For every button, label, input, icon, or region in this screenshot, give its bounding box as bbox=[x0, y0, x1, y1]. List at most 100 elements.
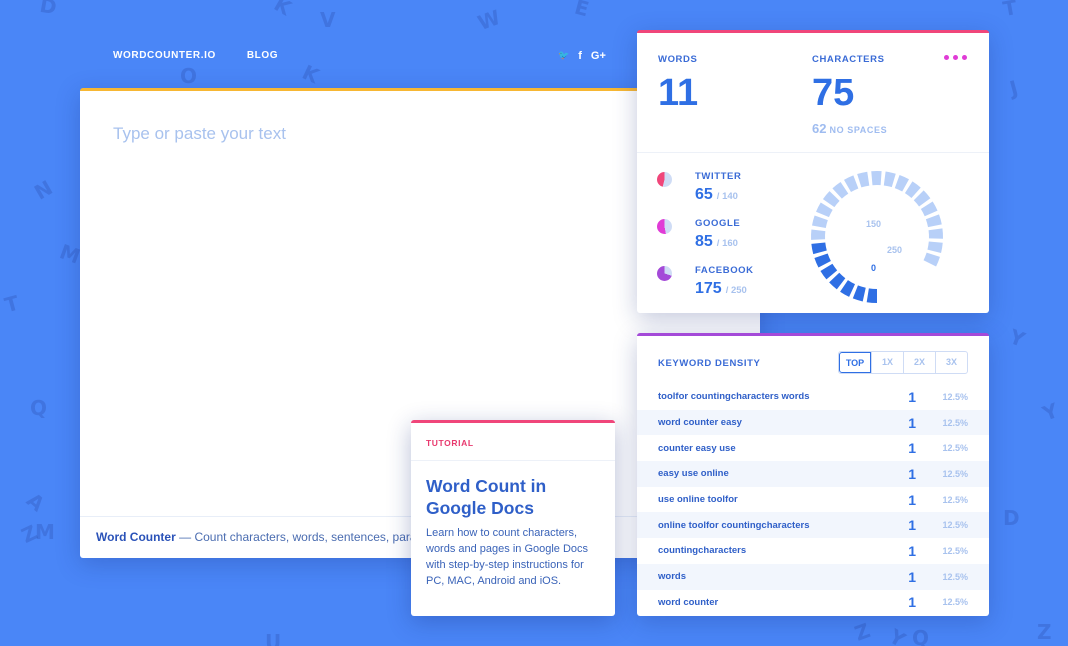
keyword-row: toolfor countingcharacters words 1 12.5% bbox=[637, 384, 989, 410]
background-letter: A bbox=[22, 487, 50, 517]
background-letter: Q bbox=[30, 396, 48, 420]
facebook-icon[interactable]: f bbox=[578, 50, 582, 62]
characters-stat: CHARACTERS 75 62 NO SPACES bbox=[812, 54, 887, 136]
gauge-segment bbox=[925, 214, 942, 228]
gauge-segment bbox=[844, 175, 859, 192]
keyword-text: use online toolfor bbox=[658, 494, 738, 506]
keyword-text: easy use online bbox=[658, 468, 729, 480]
background-letter: Y bbox=[1039, 398, 1062, 426]
gauge-tick-label: 250 bbox=[887, 245, 902, 255]
social-count: 65/ 140 bbox=[695, 186, 754, 204]
stats-card: WORDS 11 CHARACTERS 75 62 NO SPACES TWITT… bbox=[637, 30, 989, 313]
gauge-segment bbox=[866, 288, 877, 303]
keyword-text: countingcharacters bbox=[658, 545, 747, 557]
social-count: 175/ 250 bbox=[695, 280, 754, 298]
keyword-percent: 12.5% bbox=[942, 520, 968, 531]
keyword-count: 1 bbox=[908, 594, 916, 611]
gauge-segment bbox=[904, 181, 921, 199]
background-letter: D bbox=[1003, 506, 1020, 530]
social-row-twitter: TWITTER 65/ 140 bbox=[657, 171, 754, 218]
keyword-percent: 12.5% bbox=[942, 571, 968, 582]
tutorial-description: Learn how to count characters, words and… bbox=[426, 527, 589, 588]
background-letter: U bbox=[265, 630, 282, 646]
gauge-segment bbox=[840, 280, 856, 297]
gauge-segment bbox=[829, 272, 846, 290]
stats-header: WORDS 11 CHARACTERS 75 62 NO SPACES bbox=[637, 33, 989, 153]
background-letter: T bbox=[1001, 0, 1019, 22]
keyword-percent: 12.5% bbox=[942, 443, 968, 454]
gauge-segment bbox=[832, 181, 849, 199]
words-stat: WORDS 11 bbox=[658, 54, 698, 112]
more-options-icon[interactable] bbox=[944, 55, 967, 60]
keyword-count: 1 bbox=[908, 465, 916, 482]
keyword-percent: 12.5% bbox=[942, 417, 968, 428]
nav-blog-link[interactable]: BLOG bbox=[247, 50, 278, 61]
gauge-segment bbox=[927, 241, 943, 253]
keyword-row: easy use online 1 12.5% bbox=[637, 461, 989, 487]
keyword-row: counter easy use 1 12.5% bbox=[637, 435, 989, 461]
keyword-text: words bbox=[658, 571, 686, 583]
no-spaces-label: NO SPACES bbox=[829, 125, 888, 135]
gauge-tick-label: 150 bbox=[866, 219, 881, 229]
characters-value: 75 bbox=[812, 72, 855, 114]
gauge-segment bbox=[852, 285, 866, 302]
social-name: FACEBOOK bbox=[695, 265, 754, 276]
google-plus-icon[interactable]: G+ bbox=[591, 50, 606, 62]
background-letter: Z bbox=[851, 618, 874, 646]
no-spaces-value: 62 bbox=[812, 121, 827, 136]
gauge-segment bbox=[812, 215, 828, 228]
background-letter: D bbox=[38, 0, 59, 20]
facebook-pie-icon bbox=[657, 266, 672, 281]
gauge-tick-label: 0 bbox=[871, 263, 876, 273]
keyword-count: 1 bbox=[908, 388, 916, 405]
social-name: GOOGLE bbox=[695, 218, 741, 229]
tab-3x[interactable]: 3X bbox=[935, 352, 967, 373]
keyword-text: word counter bbox=[658, 596, 719, 608]
gauge-segment bbox=[883, 171, 896, 188]
social-links: 🐦 f G+ bbox=[558, 50, 606, 62]
gauge-segment bbox=[920, 201, 938, 217]
keyword-row: use online toolfor 1 12.5% bbox=[637, 487, 989, 513]
keyword-row: word counter easy 1 12.5% bbox=[637, 409, 989, 436]
background-letter: Q bbox=[912, 626, 930, 646]
tab-top[interactable]: TOP bbox=[839, 352, 871, 373]
keyword-text: toolfor countingcharacters words bbox=[658, 391, 810, 403]
social-count-limit: / 140 bbox=[716, 191, 738, 202]
tutorial-card[interactable]: TUTORIAL Word Count in Google Docs Learn… bbox=[411, 420, 615, 616]
keyword-count: 1 bbox=[908, 440, 916, 457]
keyword-count: 1 bbox=[908, 491, 916, 508]
gauge-segment bbox=[913, 190, 931, 207]
keyword-count: 1 bbox=[908, 517, 916, 534]
no-spaces-stat: 62 NO SPACES bbox=[812, 121, 887, 136]
keyword-text: counter easy use bbox=[658, 442, 736, 454]
tutorial-title[interactable]: Word Count in Google Docs bbox=[411, 461, 615, 519]
gauge-segment bbox=[811, 242, 827, 255]
gauge-segment bbox=[822, 191, 840, 208]
google-pie-icon bbox=[657, 219, 672, 234]
keyword-count: 1 bbox=[908, 568, 916, 585]
social-count: 85/ 160 bbox=[695, 233, 754, 251]
twitter-pie-icon bbox=[657, 172, 672, 187]
background-letter: J bbox=[1007, 75, 1021, 101]
twitter-icon[interactable]: 🐦 bbox=[558, 50, 569, 62]
keyword-density-title: KEYWORD DENSITY bbox=[658, 358, 761, 369]
background-letter: K bbox=[298, 59, 323, 89]
tab-2x[interactable]: 2X bbox=[903, 352, 935, 373]
keyword-density-header: KEYWORD DENSITY TOP 1X 2X 3X bbox=[637, 336, 989, 384]
gauge-segment bbox=[894, 174, 909, 192]
keyword-text: word counter easy bbox=[658, 417, 742, 429]
characters-label: CHARACTERS bbox=[812, 54, 885, 65]
keyword-percent: 12.5% bbox=[942, 468, 968, 479]
gauge-segment bbox=[857, 171, 870, 188]
tab-1x[interactable]: 1X bbox=[871, 352, 903, 373]
social-count-value: 175 bbox=[695, 280, 722, 297]
keyword-count: 1 bbox=[908, 542, 916, 559]
background-letter: Y bbox=[1006, 324, 1029, 352]
gauge-segment bbox=[814, 253, 831, 268]
keyword-percent: 12.5% bbox=[942, 494, 968, 505]
keyword-percent: 12.5% bbox=[942, 391, 968, 402]
nav-brand-link[interactable]: WORDCOUNTER.IO bbox=[113, 50, 216, 61]
footer-description: — Count characters, words, sentences, pa… bbox=[175, 530, 417, 544]
gauge-segment bbox=[816, 202, 833, 218]
social-row-facebook: FACEBOOK 175/ 250 bbox=[657, 265, 754, 312]
